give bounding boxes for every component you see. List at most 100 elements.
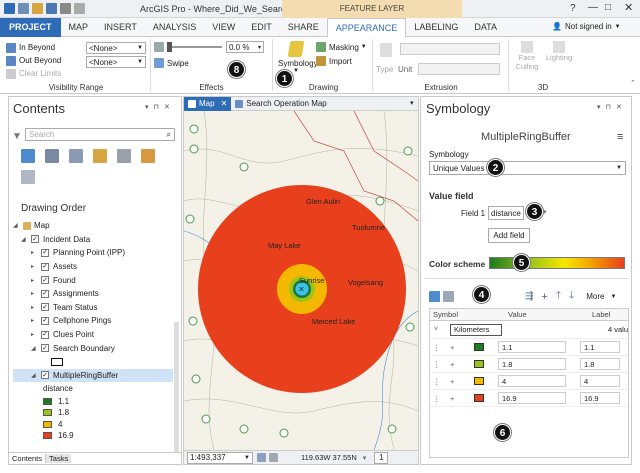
filter-icon[interactable]: ▼: [12, 131, 22, 142]
list-by-drawing-order-icon[interactable]: [21, 149, 35, 163]
contents-search-input[interactable]: Search ⌕: [25, 128, 175, 141]
tab-map[interactable]: MAP: [61, 18, 97, 37]
layer-checkbox[interactable]: ✓: [31, 235, 39, 244]
table-row[interactable]: ⋮ + 1.1 1.1: [430, 339, 628, 356]
label-cell[interactable]: 16.9: [580, 392, 620, 404]
tree-item-clues-point[interactable]: ▸ ✓ Clues Point: [13, 328, 173, 342]
label-cell[interactable]: 4: [580, 375, 620, 387]
tab-share[interactable]: SHARE: [280, 18, 327, 37]
clear-limits-button[interactable]: Clear Limits: [6, 67, 146, 80]
table-row[interactable]: ⋮ + 4 4: [430, 373, 628, 390]
layer-checkbox[interactable]: ✓: [41, 276, 49, 285]
layer-checkbox[interactable]: ✓: [41, 344, 49, 353]
symbol-swatch[interactable]: [474, 377, 484, 385]
minimize-button[interactable]: —: [588, 2, 598, 13]
tab-view[interactable]: VIEW: [204, 18, 243, 37]
tree-item-planning-point[interactable]: ▸ ✓ Planning Point (IPP): [13, 246, 173, 260]
close-button[interactable]: ✕: [624, 1, 633, 14]
redo-icon[interactable]: [74, 3, 85, 14]
swipe-button[interactable]: Swipe: [154, 58, 269, 68]
table-row[interactable]: ⋮ + 1.8 1.8: [430, 356, 628, 373]
tab-map-view[interactable]: Map ✕: [184, 96, 232, 111]
layer-checkbox[interactable]: ✓: [41, 330, 49, 339]
value-cell[interactable]: 1.8: [498, 358, 566, 370]
expand-icon[interactable]: ▸: [31, 304, 39, 311]
tree-item-cellphone-pings[interactable]: ▸ ✓ Cellphone Pings: [13, 314, 173, 328]
tab-contents[interactable]: Contents: [9, 454, 47, 463]
expand-icon[interactable]: ◢: [31, 345, 39, 352]
in-beyond-scale-select[interactable]: <None> ▼: [86, 42, 146, 54]
value-group-row[interactable]: ˅ Kilometers 4 valu: [430, 321, 628, 339]
import-button[interactable]: Import: [316, 56, 352, 66]
tree-item-assets[interactable]: ▸ ✓ Assets: [13, 260, 173, 274]
layer-checkbox[interactable]: ✓: [41, 262, 49, 271]
tab-search-operation-map[interactable]: Search Operation Map: [231, 97, 331, 111]
out-beyond-scale-select[interactable]: <None> ▼: [86, 56, 146, 68]
tab-insert[interactable]: INSERT: [96, 18, 145, 37]
expand-icon[interactable]: ◢: [31, 372, 39, 379]
close-pane-icon[interactable]: ✕: [164, 103, 170, 111]
field1-select[interactable]: distance: [488, 206, 524, 220]
expand-icon[interactable]: ▸: [31, 331, 39, 338]
collapse-ribbon-icon[interactable]: ⌃: [630, 79, 636, 87]
color-scheme-ramp[interactable]: [489, 257, 625, 269]
contents-scrollbar[interactable]: [174, 322, 179, 452]
tree-item-map[interactable]: ◢ Map: [13, 219, 173, 233]
layer-checkbox[interactable]: ✓: [41, 316, 49, 325]
add-field-button[interactable]: Add field: [488, 228, 530, 243]
tab-project[interactable]: PROJECT: [0, 17, 61, 37]
label-cell[interactable]: 1.8: [580, 358, 620, 370]
tab-tasks[interactable]: Tasks: [46, 454, 72, 463]
value-cell[interactable]: 16.9: [498, 392, 566, 404]
expand-icon[interactable]: ▸: [31, 263, 39, 270]
expand-icon[interactable]: ▸: [31, 277, 39, 284]
close-pane-icon[interactable]: ✕: [616, 103, 622, 111]
list-by-snapping-icon[interactable]: [117, 149, 131, 163]
pin-icon[interactable]: ▾: [597, 103, 601, 111]
slider-handle[interactable]: [167, 42, 172, 52]
symbology-method-select[interactable]: Unique Values ▼: [429, 161, 626, 175]
drag-handle-icon[interactable]: ⋮: [430, 394, 442, 403]
extrusion-unit-select[interactable]: [418, 63, 500, 75]
classes-tab-icon[interactable]: [429, 291, 440, 302]
extrusion-type-button[interactable]: [378, 43, 394, 57]
save-icon[interactable]: [46, 3, 57, 14]
expand-icon[interactable]: ◢: [13, 222, 21, 229]
more-menu[interactable]: More: [586, 292, 604, 301]
symbol-swatch[interactable]: [474, 394, 484, 402]
scales-tab-icon[interactable]: [443, 291, 454, 302]
sign-in-status[interactable]: 👤 Not signed in ▼: [552, 22, 621, 31]
open-project-icon[interactable]: [32, 3, 43, 14]
help-button[interactable]: ?: [570, 3, 576, 14]
tree-item-team-status[interactable]: ▸ ✓ Team Status: [13, 301, 173, 315]
tab-analysis[interactable]: ANALYSIS: [145, 18, 204, 37]
drag-handle-icon[interactable]: ⋮: [430, 360, 442, 369]
tree-item-found[interactable]: ▸ ✓ Found: [13, 273, 173, 287]
lighting-button[interactable]: Lighting: [544, 41, 574, 62]
collapse-icon[interactable]: ˅: [430, 326, 444, 333]
transparency-input[interactable]: 0.0 % ▾: [226, 41, 264, 53]
list-by-charts-icon[interactable]: [21, 170, 35, 184]
add-value-icon[interactable]: +: [541, 291, 547, 303]
group-heading-input[interactable]: Kilometers: [450, 323, 502, 336]
pin-icon[interactable]: ▾: [145, 103, 149, 111]
drag-handle-icon[interactable]: ⋮: [430, 343, 442, 352]
tree-item-multiple-ring-buffer[interactable]: ◢ ✓ MultipleRingBuffer: [13, 368, 173, 383]
list-by-editing-icon[interactable]: [93, 149, 107, 163]
grid-icon[interactable]: [257, 453, 266, 462]
maximize-button[interactable]: □: [605, 2, 611, 13]
list-by-source-icon[interactable]: [45, 149, 59, 163]
list-by-selection-icon[interactable]: [69, 149, 83, 163]
layer-checkbox[interactable]: ✓: [41, 371, 49, 380]
symbol-swatch[interactable]: [474, 343, 484, 351]
tab-data[interactable]: DATA: [466, 18, 505, 37]
list-by-labeling-icon[interactable]: [141, 149, 155, 163]
map-scale-select[interactable]: 1:493,337 ▼: [187, 451, 253, 464]
tree-item-incident-data[interactable]: ◢ ✓ Incident Data: [13, 233, 173, 247]
close-tab-icon[interactable]: ✕: [221, 99, 228, 108]
value-cell[interactable]: 1.1: [498, 341, 566, 353]
extrusion-expression[interactable]: [400, 43, 500, 55]
tab-appearance[interactable]: APPEARANCE: [326, 17, 407, 37]
auto-hide-icon[interactable]: ⊓: [606, 103, 611, 111]
auto-hide-icon[interactable]: ⊓: [154, 103, 159, 111]
